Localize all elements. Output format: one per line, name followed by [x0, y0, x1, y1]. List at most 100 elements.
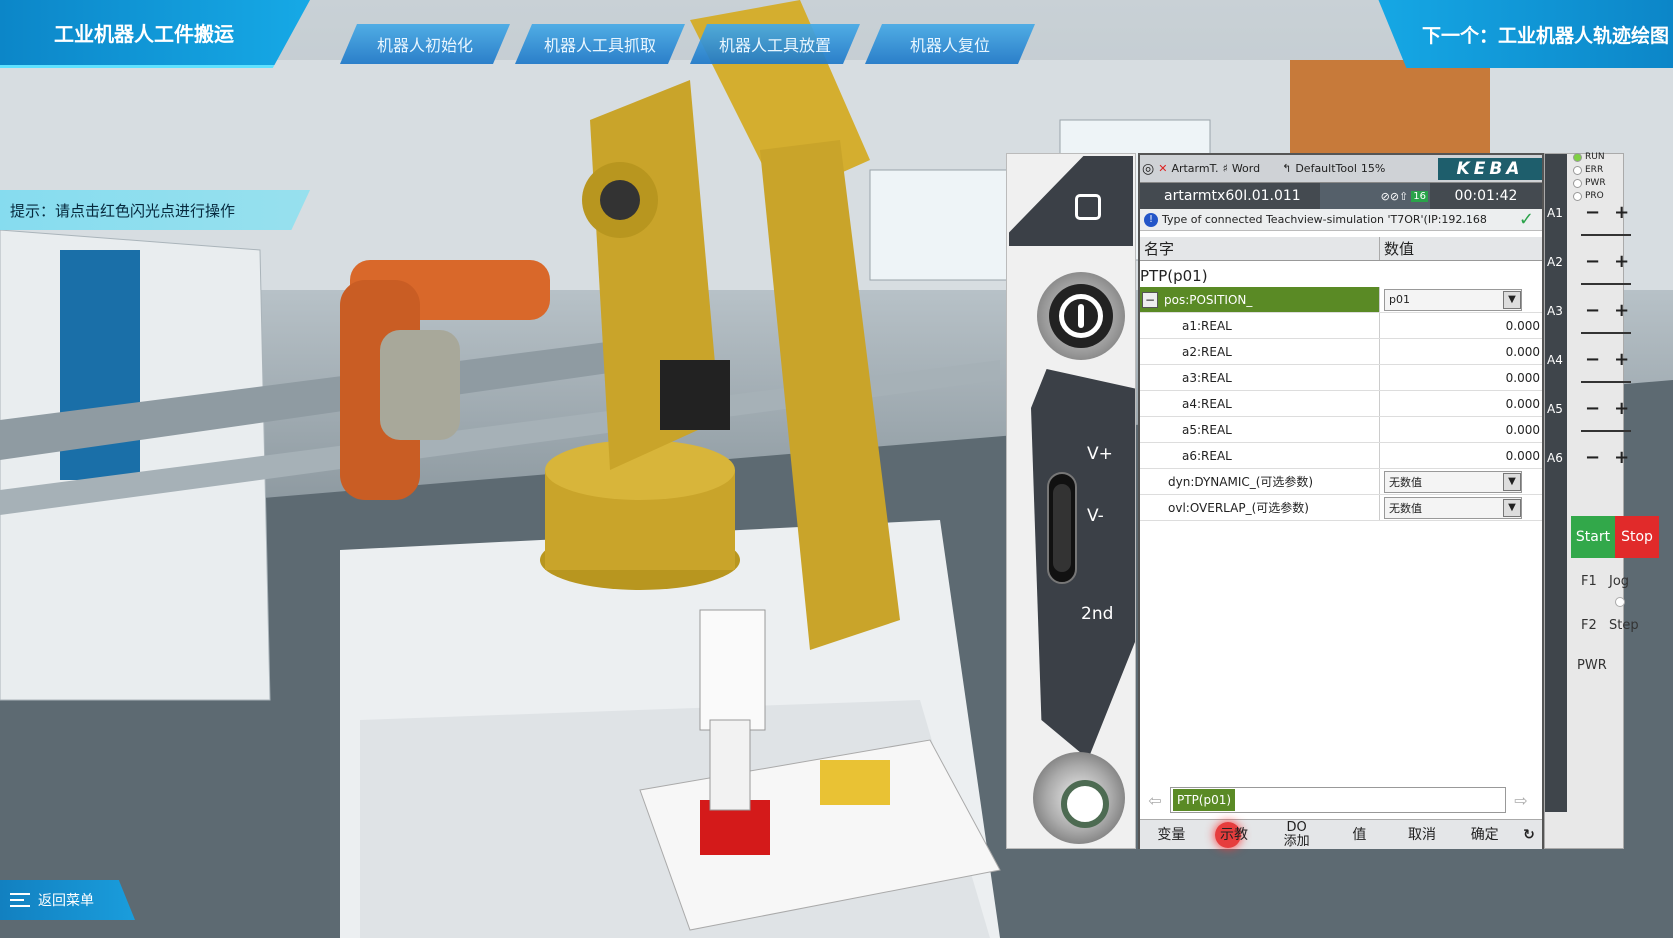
robot-icon: ◎ — [1142, 160, 1155, 177]
param-name: a5:REAL — [1140, 417, 1380, 442]
command-field[interactable]: PTP(p01) — [1170, 787, 1506, 813]
enable-knob-icon[interactable] — [1033, 752, 1125, 844]
arrow-right-icon[interactable]: ⇨ — [1510, 789, 1532, 811]
pos-dropdown[interactable]: p01 ▼ — [1384, 288, 1522, 311]
pendant-right-panel: A1− + A2− + A3− + A4− + A5− + A6− + RUN ERR PWR PRO St… — [1544, 152, 1659, 849]
softkey-add-label: 添加 — [1283, 833, 1310, 849]
param-row-axis[interactable]: a3:REAL 0.000 — [1140, 365, 1542, 391]
minus-icon[interactable]: − — [1585, 300, 1600, 321]
axis-jog-buttons: − + — [1585, 202, 1629, 223]
softkey-value[interactable]: 值 — [1328, 828, 1391, 842]
param-name: a4:REAL — [1140, 391, 1380, 416]
step-tab-tool-grab[interactable]: 机器人工具抓取 — [515, 24, 685, 64]
param-value[interactable]: 0.000 — [1380, 365, 1542, 390]
param-value[interactable]: 0.000 — [1380, 417, 1542, 442]
softkey-bar: 变量 示教 DO 添加 值 取消 确定 ↻ — [1140, 819, 1542, 849]
param-row-axis[interactable]: a6:REAL 0.000 — [1140, 443, 1542, 469]
minus-icon[interactable]: − — [1585, 398, 1600, 419]
speed-rocker-switch[interactable] — [1047, 472, 1077, 584]
led-icon — [1573, 165, 1582, 175]
minus-icon[interactable]: − — [1585, 349, 1600, 370]
plus-icon[interactable]: + — [1614, 202, 1629, 223]
pwr-label: PWR — [1577, 658, 1607, 673]
keba-logo: KEBA — [1438, 157, 1542, 180]
square-button-icon[interactable] — [1075, 194, 1101, 220]
override-value[interactable]: 15% — [1361, 162, 1385, 175]
second-function-label[interactable]: 2nd — [1081, 604, 1113, 624]
status-bar-1: ◎ ✕ ArtarmT. ♯ Word ↰ DefaultTool 15% KE… — [1140, 155, 1542, 183]
info-icon: ! — [1144, 212, 1158, 227]
f2-key[interactable]: F2 — [1581, 618, 1597, 633]
teach-pendant: V+ V- 2nd ◎ ✕ ArtarmT. ♯ Word ↰ DefaultT… — [1006, 152, 1659, 849]
param-value[interactable]: 0.000 — [1380, 339, 1542, 364]
plus-icon[interactable]: + — [1614, 251, 1629, 272]
led-icon — [1573, 152, 1582, 162]
axis-jog-buttons: − + — [1585, 447, 1629, 468]
command-line: ⇦ PTP(p01) ⇨ — [1140, 785, 1542, 815]
plus-icon[interactable]: + — [1614, 349, 1629, 370]
axis-label: A2 — [1547, 255, 1563, 269]
dyn-dropdown[interactable]: 无数值 ▼ — [1384, 470, 1522, 493]
step-tab-tool-place[interactable]: 机器人工具放置 — [690, 24, 860, 64]
speed-minus-label[interactable]: V- — [1087, 506, 1104, 526]
plus-icon[interactable]: + — [1614, 447, 1629, 468]
hint-banner: 提示：请点击红色闪光点进行操作 — [0, 190, 310, 230]
param-row-ovl[interactable]: ovl:OVERLAP_(可选参数) 无数值 ▼ — [1140, 495, 1542, 521]
collapse-icon[interactable]: − — [1142, 291, 1158, 308]
speed-plus-label[interactable]: V+ — [1087, 444, 1113, 464]
minus-icon[interactable]: − — [1585, 251, 1600, 272]
axis-label: A5 — [1547, 402, 1563, 416]
softkey-do-add[interactable]: DO 添加 — [1265, 820, 1328, 849]
plus-icon[interactable]: + — [1614, 300, 1629, 321]
chevron-down-icon[interactable]: ▼ — [1503, 472, 1521, 491]
axis-jog-buttons: − + — [1585, 398, 1629, 419]
param-row-axis[interactable]: a5:REAL 0.000 — [1140, 417, 1542, 443]
start-button[interactable]: Start — [1571, 516, 1615, 558]
param-row-axis[interactable]: a1:REAL 0.000 — [1140, 313, 1542, 339]
program-state: ⊘⊘⇧ 16 — [1320, 183, 1430, 209]
param-value[interactable]: 0.000 — [1380, 443, 1542, 468]
param-value[interactable]: 0.000 — [1380, 313, 1542, 338]
param-value[interactable]: 0.000 — [1380, 391, 1542, 416]
softkey-ok[interactable]: 确定 — [1453, 828, 1516, 842]
chevron-down-icon[interactable]: ▼ — [1503, 290, 1521, 309]
param-row-axis[interactable]: a4:REAL 0.000 — [1140, 391, 1542, 417]
status-led: PWR — [1573, 178, 1606, 188]
plus-icon[interactable]: + — [1614, 398, 1629, 419]
menu-icon — [10, 893, 30, 907]
arrow-left-icon[interactable]: ⇦ — [1144, 789, 1166, 811]
softkey-teach-label: 示教 — [1220, 826, 1248, 843]
axis-divider — [1581, 283, 1631, 285]
softkey-variable[interactable]: 变量 — [1140, 828, 1203, 842]
axis-jog-buttons: − + — [1585, 349, 1629, 370]
back-menu-button[interactable]: 返回菜单 — [0, 880, 135, 920]
axis-divider — [1581, 381, 1631, 383]
step-tab-reset[interactable]: 机器人复位 — [865, 24, 1035, 64]
col-name: 名字 — [1140, 237, 1380, 260]
chevron-down-icon[interactable]: ▼ — [1503, 498, 1521, 517]
led-icon — [1573, 178, 1582, 188]
ovl-dropdown[interactable]: 无数值 ▼ — [1384, 496, 1522, 519]
led-icon — [1573, 191, 1582, 201]
softkey-teach[interactable]: 示教 — [1203, 821, 1266, 848]
state-icons: ⊘⊘⇧ — [1380, 189, 1409, 203]
stop-button[interactable]: Stop — [1615, 516, 1659, 558]
softkey-cancel[interactable]: 取消 — [1391, 828, 1454, 842]
param-row-axis[interactable]: a2:REAL 0.000 — [1140, 339, 1542, 365]
param-row-dyn[interactable]: dyn:DYNAMIC_(可选参数) 无数值 ▼ — [1140, 469, 1542, 495]
param-row-pos[interactable]: − pos:POSITION_ p01 ▼ — [1140, 287, 1542, 313]
minus-icon[interactable]: − — [1585, 202, 1600, 223]
minus-icon[interactable]: − — [1585, 447, 1600, 468]
next-lesson-button[interactable]: 下一个：工业机器人轨迹绘图 — [1378, 0, 1673, 68]
message-text: Type of connected Teachview-simulation '… — [1162, 213, 1487, 226]
key-switch-icon[interactable] — [1037, 272, 1125, 360]
status-led: ERR — [1573, 165, 1603, 175]
axis-label: A4 — [1547, 353, 1563, 367]
program-name: artarmtx60I.01.011 — [1164, 188, 1301, 204]
f1-key[interactable]: F1 — [1581, 574, 1597, 589]
jog-label: Jog — [1609, 574, 1630, 589]
step-tab-init[interactable]: 机器人初始化 — [340, 24, 510, 64]
start-stop-button[interactable]: Start Stop — [1571, 516, 1659, 558]
confirm-check-icon[interactable]: ✓ — [1519, 209, 1542, 230]
refresh-icon[interactable]: ↻ — [1516, 828, 1542, 842]
